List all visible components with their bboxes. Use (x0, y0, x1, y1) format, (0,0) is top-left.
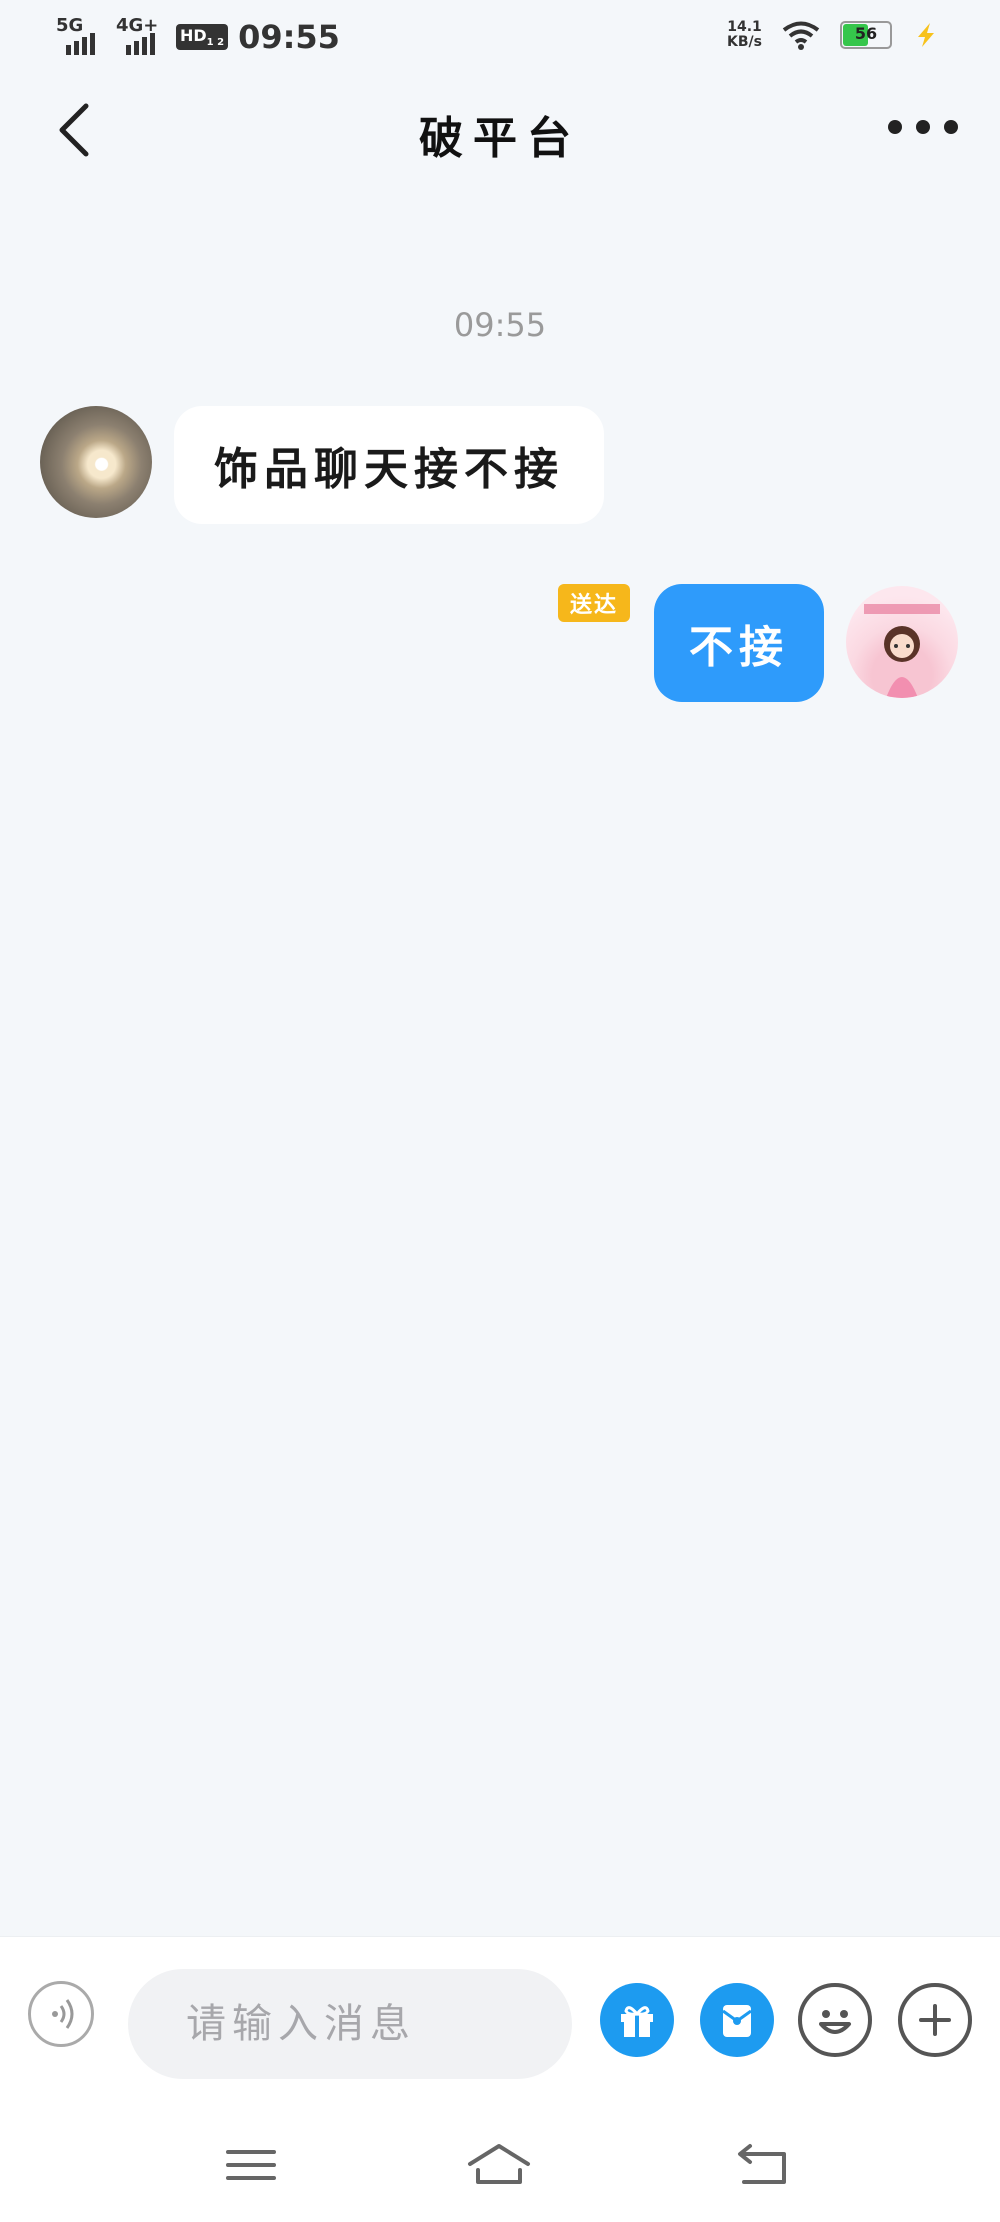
hd-voice-icon: HD1 2 (176, 23, 229, 51)
voice-button[interactable] (28, 1981, 94, 2047)
incoming-message-bubble[interactable]: 饰品聊天接不接 (174, 406, 604, 524)
red-packet-icon (722, 2005, 752, 2037)
charging-icon (918, 23, 934, 47)
red-packet-button[interactable] (700, 1983, 774, 2057)
back-icon (738, 2144, 786, 2184)
signal-4g-icon: 4G+ (116, 15, 166, 55)
wifi-icon (782, 21, 820, 50)
more-actions-button[interactable] (898, 1983, 972, 2057)
girl-avatar-icon (864, 604, 940, 698)
message-input-bar (0, 1936, 1000, 2107)
status-bar: 5G 4G+ HD1 2 09:55 14.1 KB/s 56 (0, 0, 1000, 80)
hd-label: HD (180, 25, 207, 45)
nav-menu-button[interactable] (216, 2130, 286, 2200)
more-dot (888, 120, 902, 134)
network-speed: 14.1 KB/s (727, 20, 762, 50)
home-icon (468, 2144, 530, 2184)
more-dot (916, 120, 930, 134)
emoji-button[interactable] (798, 1983, 872, 2057)
menu-icon (226, 2150, 276, 2180)
gift-button[interactable] (600, 1983, 674, 2057)
voice-icon (52, 1999, 74, 2029)
hd-sub: 1 2 (206, 37, 225, 49)
status-left: 5G 4G+ HD1 2 09:55 (56, 15, 340, 56)
system-nav-bar (0, 2106, 1000, 2222)
battery-icon: 56 (840, 21, 892, 49)
user-avatar[interactable] (846, 586, 958, 698)
message-input[interactable] (128, 1969, 572, 2079)
emoji-icon (819, 2010, 851, 2034)
speed-unit: KB/s (727, 34, 762, 50)
outgoing-message-bubble[interactable]: 不接 (654, 584, 824, 702)
contact-avatar[interactable] (40, 406, 152, 518)
plus-icon (919, 2004, 951, 2036)
signal-5g-icon: 5G (56, 15, 106, 55)
gift-icon (621, 2006, 653, 2037)
delivered-status-badge: 送达 (558, 584, 630, 622)
message-timestamp: 09:55 (453, 306, 547, 344)
status-time: 09:55 (238, 18, 340, 56)
chat-header: 破平台 (0, 80, 1000, 176)
status-right: 14.1 KB/s 56 (727, 20, 940, 50)
more-dot (944, 120, 958, 134)
more-button[interactable] (888, 112, 958, 142)
nav-back-button[interactable] (726, 2130, 796, 2200)
nav-home-button[interactable] (464, 2130, 534, 2200)
page-title: 破平台 (419, 113, 581, 164)
battery-level: 56 (854, 24, 878, 43)
speed-value: 14.1 (727, 19, 762, 35)
